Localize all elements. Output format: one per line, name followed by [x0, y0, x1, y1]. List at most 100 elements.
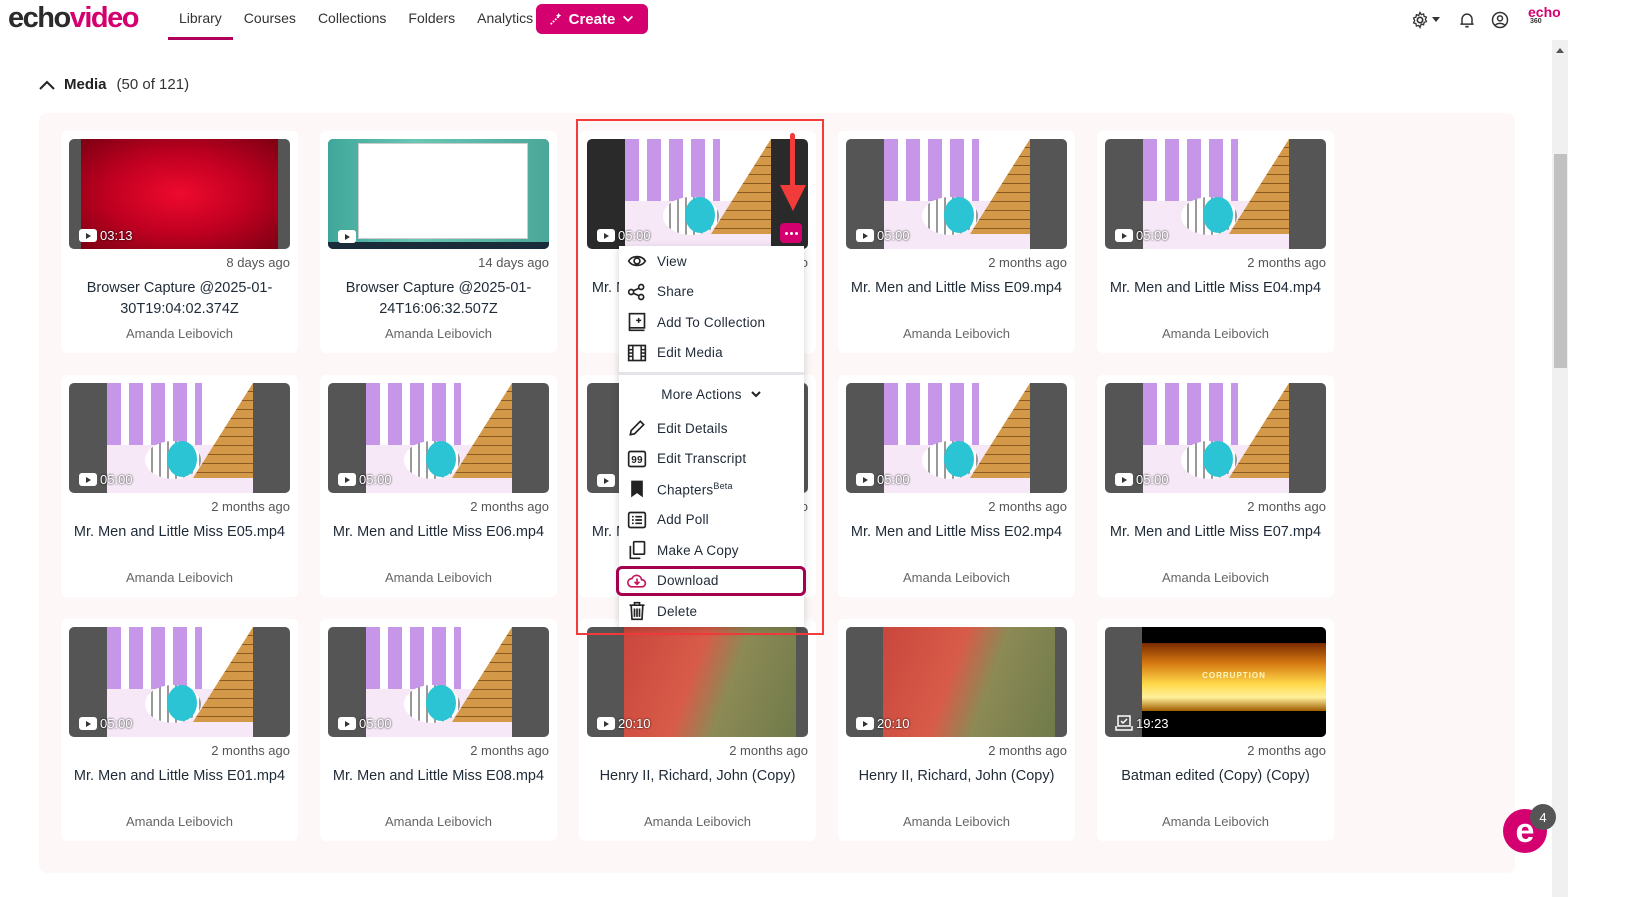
media-card[interactable]: 20:10 2 months ago Henry II, Richard, John… — [838, 619, 1075, 841]
nav-collections[interactable]: Collections — [307, 0, 397, 40]
menu-item-share[interactable]: Share — [619, 277, 804, 308]
video-play-icon — [856, 229, 874, 242]
beta-badge: Beta — [713, 481, 733, 491]
duration-badge: 20:10 — [597, 716, 651, 731]
uploaded-ago: 2 months ago — [470, 499, 549, 514]
media-title[interactable]: Mr. Men and Little Miss E09.mp4 — [844, 278, 1069, 299]
media-title[interactable]: Mr. Men and Little Miss E08.mp4 — [326, 766, 551, 787]
more-options-button[interactable] — [780, 223, 802, 243]
thumbnail[interactable]: 05:00 — [587, 139, 808, 249]
media-owner: Amanda Leibovich — [126, 326, 233, 341]
uploaded-ago: 2 months ago — [470, 743, 549, 758]
media-card[interactable]: 05:00 2 months ago Mr. Men and Little Miss… — [838, 131, 1075, 353]
media-card[interactable]: 05:00 2 months ago Mr. Men and Little Miss… — [320, 375, 557, 597]
account-icon[interactable] — [1490, 10, 1510, 30]
media-card[interactable]: 20:10 2 months ago Henry II, Richard, John… — [579, 619, 816, 841]
media-title[interactable]: Browser Capture @2025-01-30T19:04:02.374… — [67, 278, 292, 320]
media-owner: Amanda Leibovich — [1162, 570, 1269, 585]
quote-icon: 99 — [627, 450, 647, 468]
menu-item-edit-transcript[interactable]: 99 Edit Transcript — [619, 444, 804, 475]
thumbnail[interactable]: 05:00 — [328, 383, 549, 493]
thumbnail-image: CORRUPTION — [1142, 627, 1326, 737]
nav-folders[interactable]: Folders — [397, 0, 466, 40]
media-owner: Amanda Leibovich — [903, 326, 1010, 341]
nav-analytics[interactable]: Analytics — [466, 0, 544, 40]
media-title[interactable]: Browser Capture @2025-01-24T16:06:32.507… — [326, 278, 551, 320]
duration-badge: 05:00 — [338, 472, 392, 487]
menu-item-edit-media[interactable]: Edit Media — [619, 338, 804, 369]
menu-item-add-to-collection[interactable]: Add To Collection — [619, 307, 804, 338]
media-card[interactable]: 14 days ago Browser Capture @2025-01-24T1… — [320, 131, 557, 353]
media-card[interactable]: 05:00 2 months ago Mr. Men and Little Miss… — [320, 619, 557, 841]
video-play-icon — [1115, 473, 1133, 486]
media-title[interactable]: Mr. Men and Little Miss E04.mp4 — [1103, 278, 1328, 299]
media-title[interactable]: Mr. Men and Little Miss E05.mp4 — [67, 522, 292, 543]
scrollbar-thumb[interactable] — [1554, 154, 1567, 368]
video-play-icon — [597, 717, 615, 730]
thumbnail[interactable]: 05:00 — [846, 383, 1067, 493]
nav-library[interactable]: Library — [168, 0, 233, 40]
media-owner: Amanda Leibovich — [1162, 326, 1269, 341]
media-title[interactable]: Henry II, Richard, John (Copy) — [844, 766, 1069, 787]
thumbnail[interactable]: 05:00 — [846, 139, 1067, 249]
chat-notification-badge: 4 — [1530, 804, 1556, 830]
section-title: Media — [64, 76, 107, 93]
thumbnail[interactable]: 05:00 — [69, 627, 290, 737]
menu-item-view[interactable]: View — [619, 246, 804, 277]
duration-badge: 05:00 — [597, 228, 651, 243]
svg-text:99: 99 — [631, 455, 643, 466]
media-title[interactable]: Batman edited (Copy) (Copy) — [1103, 766, 1328, 787]
video-play-icon — [338, 230, 356, 243]
echovideo-logo[interactable]: echovideo — [8, 2, 139, 35]
settings-caret-icon[interactable] — [1432, 17, 1440, 22]
nav-courses[interactable]: Courses — [233, 0, 307, 40]
thumbnail[interactable]: 05:00 — [69, 383, 290, 493]
media-card[interactable]: 05:00 2 months ago Mr. Men and Little Miss… — [1097, 375, 1334, 597]
menu-item-chapters[interactable]: ChaptersBeta — [619, 474, 804, 505]
thumbnail[interactable]: 05:00 — [1105, 383, 1326, 493]
thumbnail[interactable]: 20:10 — [587, 627, 808, 737]
vertical-scrollbar[interactable] — [1552, 40, 1568, 897]
media-title[interactable]: Mr. Men and Little Miss E02.mp4 — [844, 522, 1069, 543]
duration-badge: 19:23 — [1115, 715, 1169, 731]
menu-item-add-poll[interactable]: Add Poll — [619, 505, 804, 536]
media-card[interactable]: CORRUPTION 19:23 2 months ago Batman edited… — [1097, 619, 1334, 841]
thumbnail-image — [328, 139, 549, 249]
echo360-logo[interactable]: echo 360 — [1528, 5, 1561, 26]
thumbnail[interactable]: CORRUPTION 19:23 — [1105, 627, 1326, 737]
media-card[interactable]: 05:00 2 months ago Mr. Men and Little Miss… — [61, 375, 298, 597]
chevron-up-icon[interactable] — [38, 79, 56, 91]
media-title[interactable]: Mr. Men and Little Miss E01.mp4 — [67, 766, 292, 787]
media-title[interactable]: Mr. Men and Little Miss E07.mp4 — [1103, 522, 1328, 543]
media-section-header[interactable]: Media (50 of 121) — [38, 76, 189, 93]
scroll-up-arrow-icon[interactable] — [1556, 48, 1564, 53]
media-title[interactable]: Henry II, Richard, John (Copy) — [585, 766, 810, 787]
create-button[interactable]: Create — [536, 4, 648, 34]
media-owner: Amanda Leibovich — [126, 570, 233, 585]
menu-item-make-a-copy[interactable]: Make A Copy — [619, 535, 804, 566]
section-count: (50 of 121) — [116, 76, 190, 93]
media-card[interactable]: 03:13 8 days ago Browser Capture @2025-01-… — [61, 131, 298, 353]
page-margin — [1568, 0, 1646, 897]
video-play-icon — [597, 229, 615, 242]
main-nav: Library Courses Collections Folders Anal… — [168, 0, 544, 40]
thumbnail[interactable] — [328, 139, 549, 249]
settings-icon[interactable] — [1410, 10, 1430, 30]
top-navigation-bar: echovideo Library Courses Collections Fo… — [0, 0, 1630, 40]
media-title[interactable]: Mr. Men and Little Miss E06.mp4 — [326, 522, 551, 543]
media-owner: Amanda Leibovich — [126, 814, 233, 829]
thumbnail[interactable]: 20:10 — [846, 627, 1067, 737]
media-card[interactable]: 05:00 2 months ago Mr. Men and Little Miss… — [61, 619, 298, 841]
menu-item-download[interactable]: Download — [616, 565, 806, 596]
thumbnail[interactable]: 05:00 — [328, 627, 549, 737]
thumbnail[interactable]: 03:13 — [69, 139, 290, 249]
media-card[interactable]: 05:00 2 months ago Mr. Men and Little Miss… — [1097, 131, 1334, 353]
bell-icon[interactable] — [1457, 10, 1477, 30]
media-card[interactable]: 05:00 2 months ago Mr. Men and Little Miss… — [838, 375, 1075, 597]
media-actions-menu: View Share Add To Collection Edit Media … — [616, 246, 806, 627]
menu-item-delete[interactable]: Delete — [619, 596, 804, 627]
more-actions-toggle[interactable]: More Actions — [619, 375, 804, 413]
thumbnail[interactable]: 05:00 — [1105, 139, 1326, 249]
menu-item-edit-details[interactable]: Edit Details — [619, 413, 804, 444]
uploaded-ago: 8 days ago — [226, 255, 290, 270]
